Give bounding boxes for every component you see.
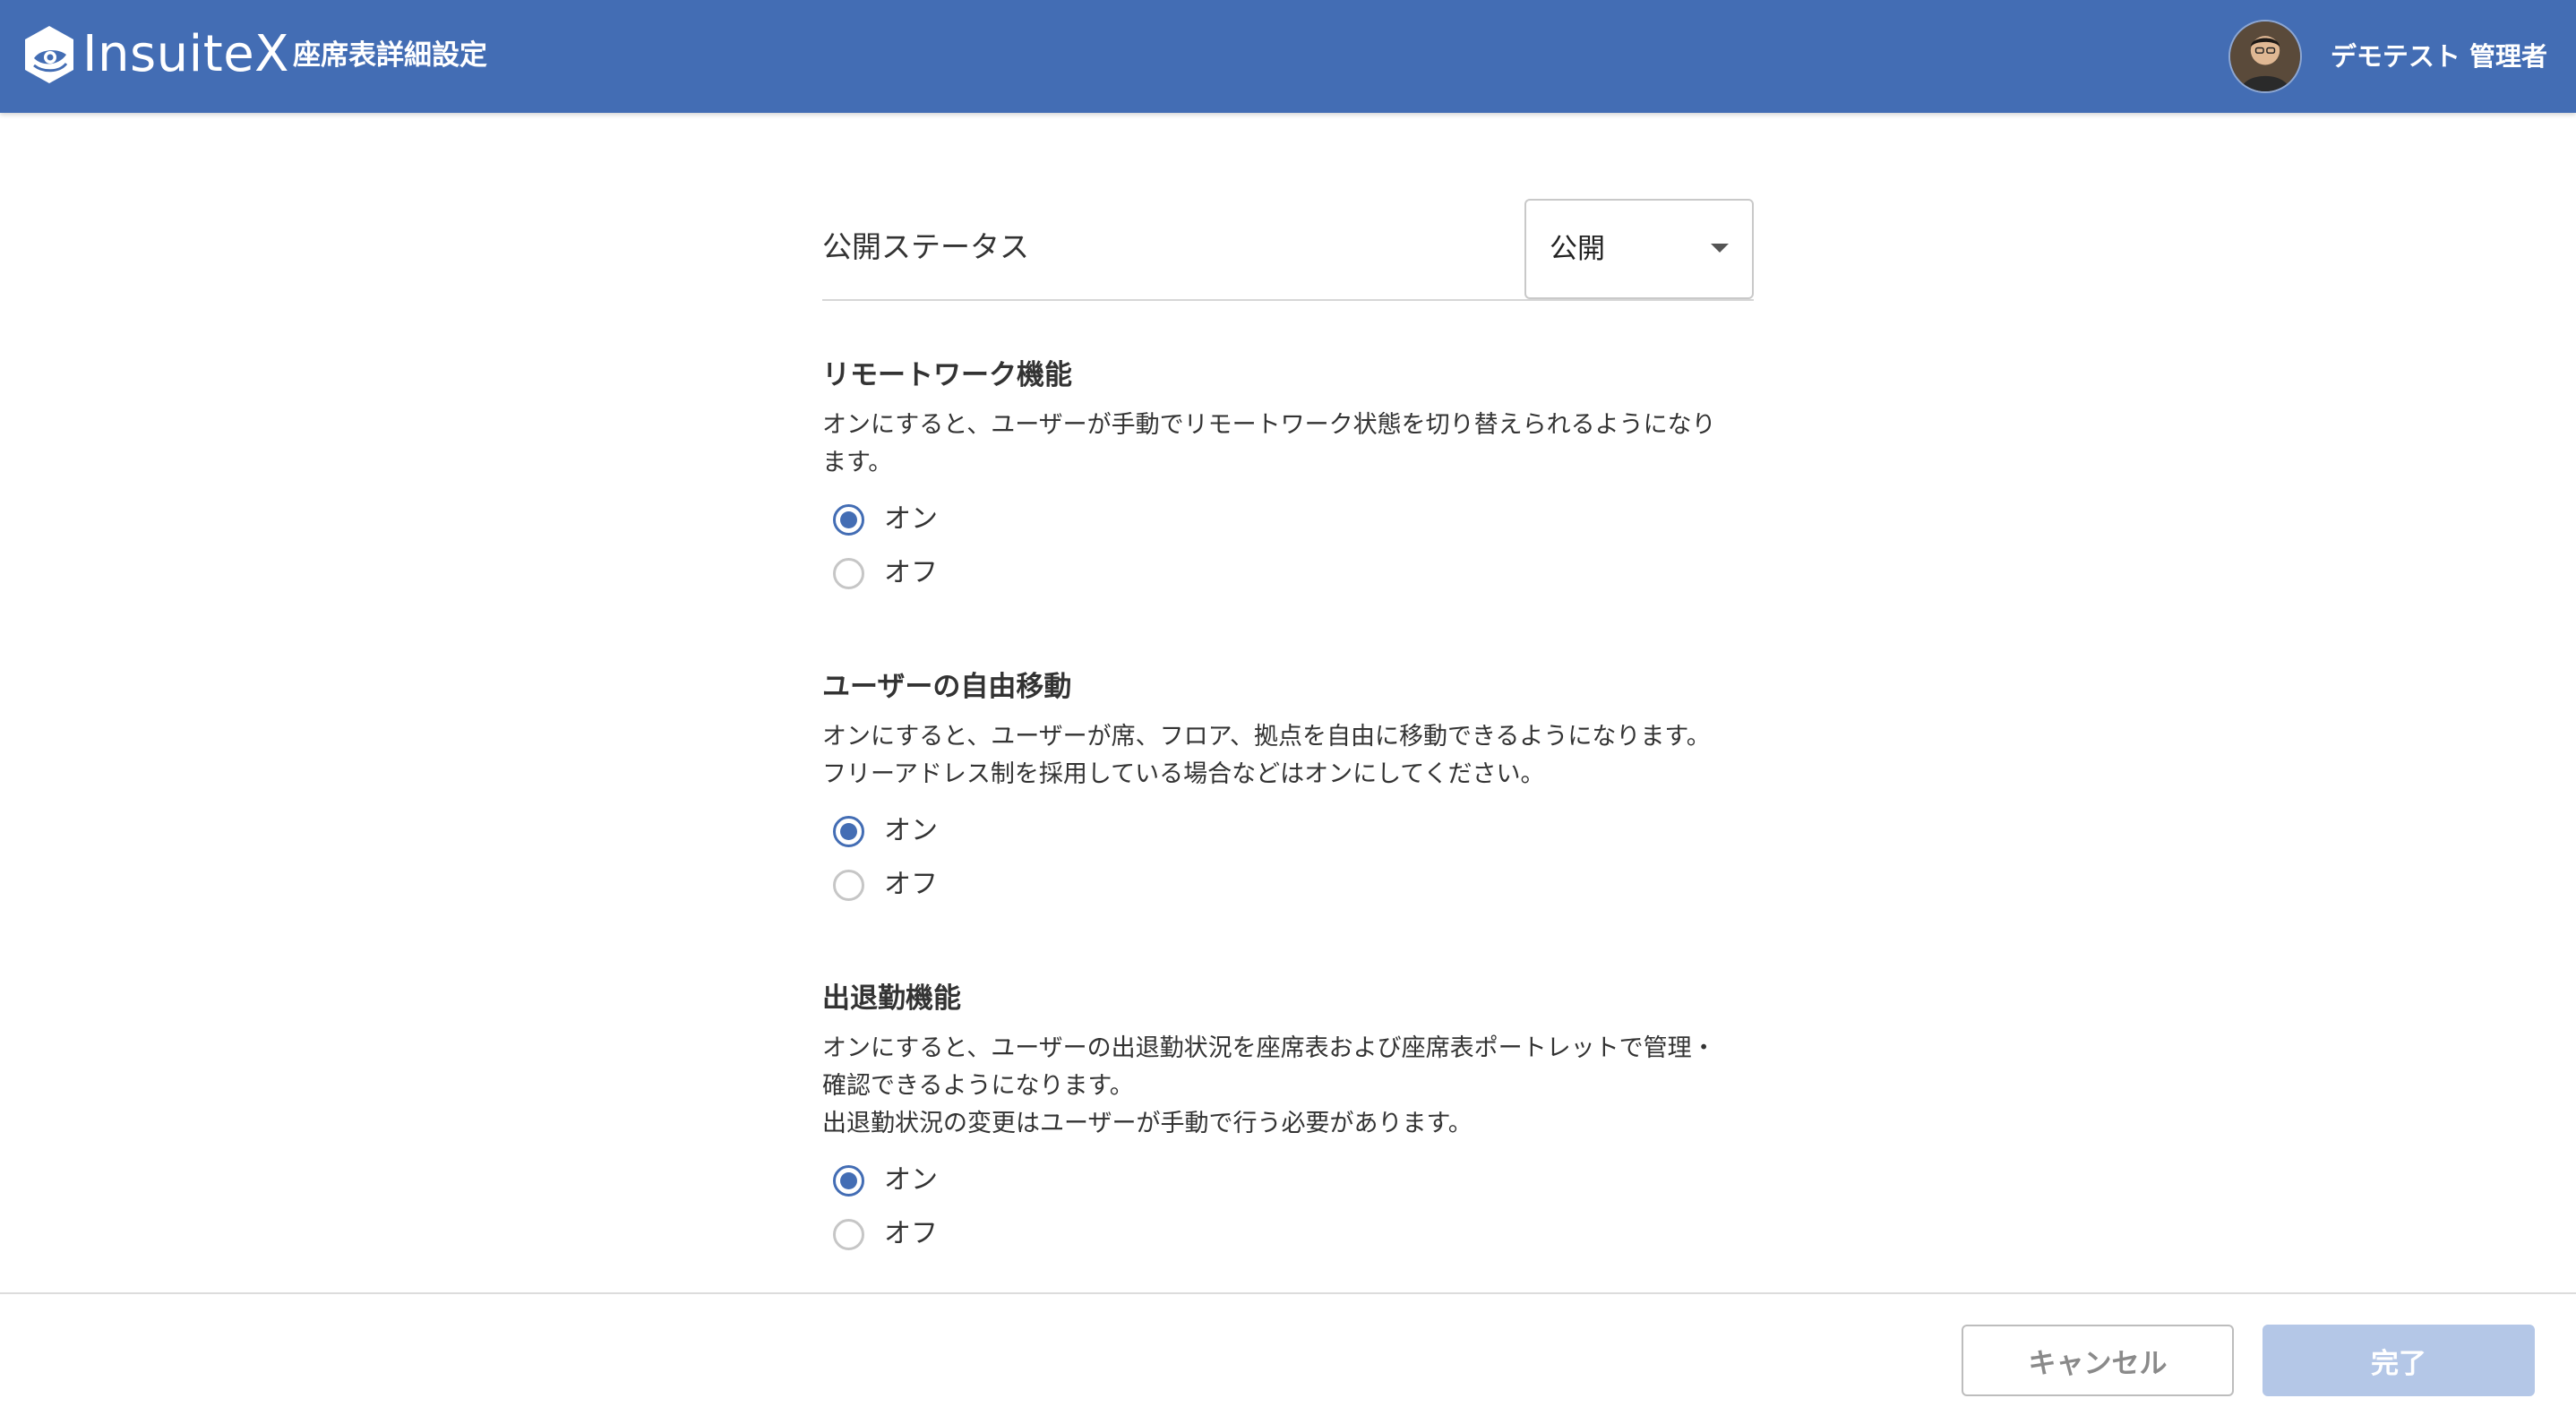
done-button[interactable]: 完了 bbox=[2263, 1325, 2535, 1396]
publish-status-select[interactable]: 公開 bbox=[1524, 199, 1754, 299]
caret-down-icon bbox=[1711, 244, 1729, 253]
radio-label: オフ bbox=[884, 1218, 938, 1249]
app-header: InsuiteX 座席表詳細設定 デモテスト 管理者 bbox=[0, 0, 2576, 113]
app-logo[interactable]: InsuiteX bbox=[23, 24, 289, 85]
publish-status-row: 公開ステータス 公開 bbox=[822, 199, 1754, 301]
section-title: 出退勤機能 bbox=[822, 982, 961, 1015]
free-movement-section: ユーザーの自由移動 オンにすると、ユーザーが席、フロア、拠点を自由に移動できるよ… bbox=[822, 666, 1754, 912]
user-avatar-icon bbox=[2229, 21, 2300, 91]
radio-unchecked-icon[interactable] bbox=[833, 1218, 864, 1250]
remote-work-radio-group: オン オフ bbox=[822, 493, 1754, 600]
remote-work-on-option[interactable]: オン bbox=[822, 493, 1754, 546]
section-description: オンにすると、ユーザーが手動でリモートワーク状態を切り替えられるようになり ます… bbox=[822, 411, 1716, 476]
radio-label: オン bbox=[884, 1164, 938, 1196]
radio-label: オフ bbox=[884, 557, 938, 588]
attendance-off-option[interactable]: オフ bbox=[822, 1207, 1754, 1261]
publish-status-value: 公開 bbox=[1550, 233, 1605, 265]
attendance-section: 出退勤機能 オンにすると、ユーザーの出退勤状況を座席表および座席表ポートレットで… bbox=[822, 978, 1754, 1261]
section-title: リモートワーク機能 bbox=[822, 359, 1072, 391]
section-title: ユーザーの自由移動 bbox=[822, 671, 1072, 703]
user-name: デモテスト 管理者 bbox=[2330, 41, 2547, 72]
remote-work-off-option[interactable]: オフ bbox=[822, 546, 1754, 600]
radio-label: オン bbox=[884, 503, 938, 535]
free-movement-on-option[interactable]: オン bbox=[822, 804, 1754, 858]
radio-label: オン bbox=[884, 815, 938, 846]
page-title: 座席表詳細設定 bbox=[293, 39, 487, 72]
free-movement-off-option[interactable]: オフ bbox=[822, 858, 1754, 912]
section-description: オンにすると、ユーザーが席、フロア、拠点を自由に移動できるようになります。 フリ… bbox=[822, 723, 1711, 788]
radio-unchecked-icon[interactable] bbox=[833, 557, 864, 589]
attendance-on-option[interactable]: オン bbox=[822, 1154, 1754, 1207]
radio-label: オフ bbox=[884, 869, 938, 900]
publish-status-label: 公開ステータス bbox=[822, 229, 1029, 264]
section-description: オンにすると、ユーザーの出退勤状況を座席表および座席表ポートレットで管理・ 確認… bbox=[822, 1034, 1716, 1137]
radio-checked-icon[interactable] bbox=[833, 1164, 864, 1197]
app-name: InsuiteX bbox=[82, 25, 290, 83]
attendance-radio-group: オン オフ bbox=[822, 1154, 1754, 1261]
user-menu[interactable]: デモテスト 管理者 bbox=[2228, 20, 2547, 93]
avatar[interactable] bbox=[2228, 20, 2302, 93]
radio-checked-icon[interactable] bbox=[833, 815, 864, 847]
radio-checked-icon[interactable] bbox=[833, 503, 864, 536]
free-movement-radio-group: オン オフ bbox=[822, 804, 1754, 912]
radio-unchecked-icon[interactable] bbox=[833, 869, 864, 901]
footer-bar: キャンセル 完了 bbox=[0, 1292, 2576, 1424]
remote-work-section: リモートワーク機能 オンにすると、ユーザーが手動でリモートワーク状態を切り替えら… bbox=[822, 355, 1754, 600]
app-root: InsuiteX 座席表詳細設定 デモテスト 管理者 公開ステータス 公開 リモ… bbox=[0, 0, 2576, 1424]
cancel-button[interactable]: キャンセル bbox=[1962, 1325, 2234, 1396]
insuitex-logo-icon bbox=[25, 26, 73, 83]
